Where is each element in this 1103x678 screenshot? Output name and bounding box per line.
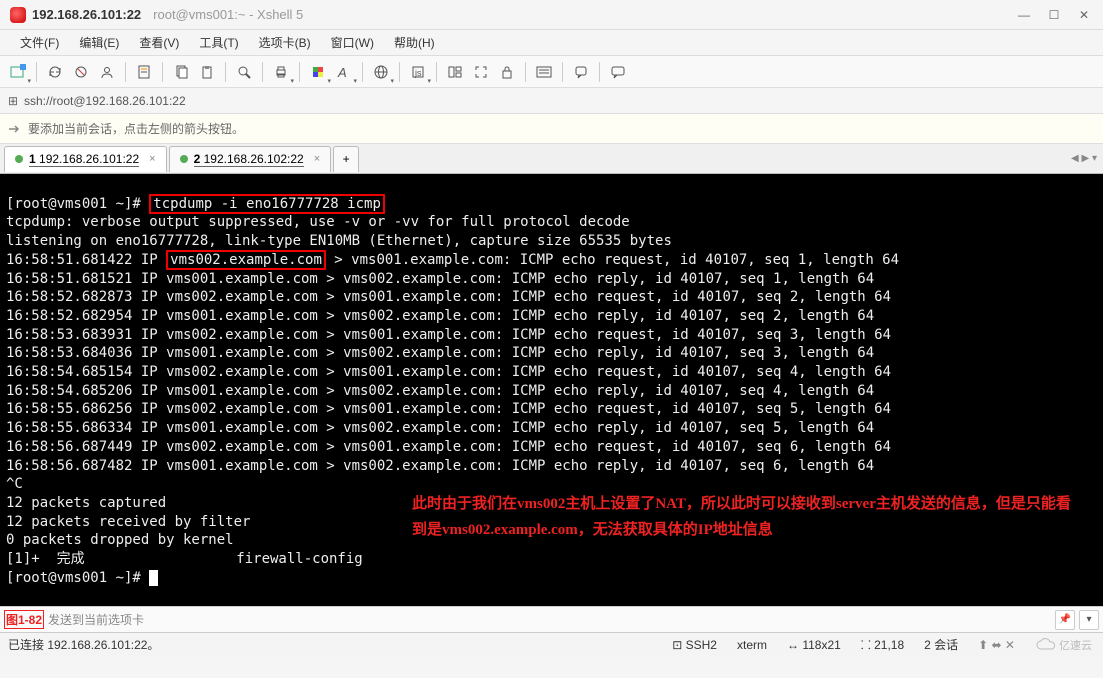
input-pin-button[interactable]: 📌 [1055,610,1075,630]
input-hint[interactable]: 发送到当前选项卡 [48,611,144,628]
font-icon[interactable]: A▾ [332,60,356,84]
paste-icon[interactable] [195,60,219,84]
minimize-button[interactable]: — [1009,3,1039,27]
menu-edit[interactable]: 编辑(E) [69,30,129,55]
tab-nav[interactable]: ◀ ▶ ▾ [1071,153,1097,164]
lock-icon[interactable] [495,60,519,84]
input-bar: 图1-82 发送到当前选项卡 📌 ▾ [0,606,1103,632]
menu-tabs[interactable]: 选项卡(B) [249,30,321,55]
maximize-button[interactable]: ☐ [1039,3,1069,27]
menubar: 文件(F) 编辑(E) 查看(V) 工具(T) 选项卡(B) 窗口(W) 帮助(… [0,30,1103,56]
tab-session-2[interactable]: 2 192.168.26.102:22 × [169,146,332,172]
status-sessions: 2 会话 [924,636,958,653]
chat-icon[interactable] [606,60,630,84]
terminal-output[interactable]: [root@vms001 ~]# tcpdump -i eno16777728 … [0,174,1103,606]
message-bar: 要添加当前会话，点击左侧的箭头按钮。 [0,114,1103,144]
svg-text:js: js [414,68,422,78]
script-icon[interactable]: js▾ [406,60,430,84]
status-cursor-pos: 21,18 [874,638,904,652]
annotation-text: 此时由于我们在vms002主机上设置了NAT，所以此时可以接收到server主机… [412,491,1072,543]
figure-label: 图1-82 [4,610,44,629]
new-session-icon[interactable]: ▾ [6,60,30,84]
message-text: 要添加当前会话，点击左侧的箭头按钮。 [28,120,244,137]
copy-icon[interactable] [169,60,193,84]
help-icon[interactable] [569,60,593,84]
globe-icon[interactable]: ▾ [369,60,393,84]
tab-session-1[interactable]: 1 192.168.26.101:22 × [4,146,167,172]
highlight-command: tcpdump -i eno16777728 icmp [149,194,385,214]
status-term: xterm [737,638,767,652]
status-bar: 已连接 192.168.26.101:22。 ⊡ SSH2 xterm ↔ 11… [0,632,1103,656]
tab-close-icon[interactable]: × [314,153,320,165]
search-icon[interactable] [232,60,256,84]
status-dot-icon [15,155,23,163]
address-bar: ⊞ ssh://root@192.168.26.101:22 [0,88,1103,114]
menu-file[interactable]: 文件(F) [10,30,69,55]
new-tab-button[interactable]: + [333,146,359,172]
svg-text:A: A [337,65,347,79]
layout-icon[interactable] [443,60,467,84]
reconnect-icon[interactable] [43,60,67,84]
arrow-icon[interactable] [6,121,22,137]
status-dot-icon [180,155,188,163]
status-connection: 已连接 192.168.26.101:22。 [8,636,159,653]
app-icon [10,7,26,23]
profile-icon[interactable] [95,60,119,84]
titlebar: 192.168.26.101:22 root@vms001:~ - Xshell… [0,0,1103,30]
title-ip: 192.168.26.101:22 [32,7,141,22]
status-size: 118x21 [802,638,840,652]
menu-tools[interactable]: 工具(T) [189,30,248,55]
input-dropdown-button[interactable]: ▾ [1079,610,1099,630]
tab-close-icon[interactable]: × [149,153,155,165]
address-url[interactable]: ssh://root@192.168.26.101:22 [24,94,186,108]
terminal-cursor [149,570,158,586]
color-icon[interactable]: ▾ [306,60,330,84]
menu-help[interactable]: 帮助(H) [384,30,445,55]
fullscreen-icon[interactable] [469,60,493,84]
disconnect-icon[interactable] [69,60,93,84]
toolbar: ▾ ▾ ▾ A▾ ▾ js▾ [0,56,1103,88]
secure-icon: ⊞ [6,94,20,108]
highlight-hostname: vms002.example.com [166,250,326,270]
keyboard-icon[interactable] [532,60,556,84]
title-session: root@vms001:~ - Xshell 5 [153,7,303,22]
menu-view[interactable]: 查看(V) [129,30,189,55]
print-icon[interactable]: ▾ [269,60,293,84]
tabbar: 1 192.168.26.101:22 × 2 192.168.26.102:2… [0,144,1103,174]
properties-icon[interactable] [132,60,156,84]
close-button[interactable]: ✕ [1069,3,1099,27]
menu-window[interactable]: 窗口(W) [321,30,384,55]
status-ssh: SSH2 [686,638,717,652]
brand-logo: 亿速云 [1035,635,1095,655]
